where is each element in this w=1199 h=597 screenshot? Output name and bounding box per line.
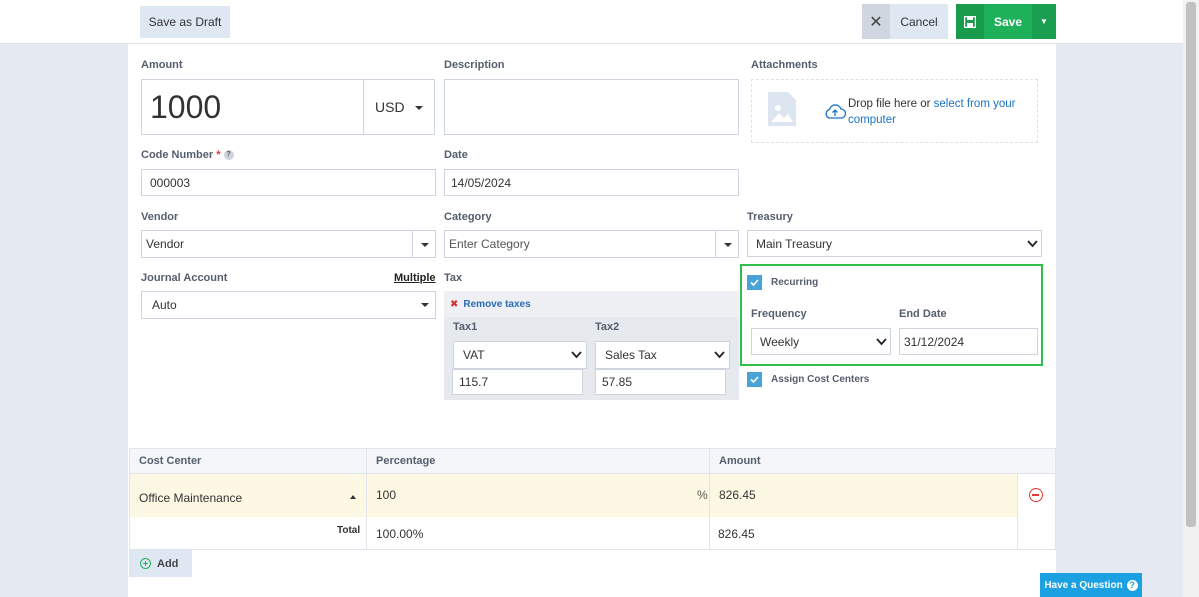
remove-taxes-link[interactable]: ✖ Remove taxes [450,299,531,310]
cost-table-header: Cost Center Percentage Amount [129,448,1055,474]
percent-sign: % [697,488,708,502]
amount-label: Amount [141,59,183,71]
save-icon[interactable] [956,4,984,39]
treasury-value: Main Treasury [756,236,833,251]
currency-select[interactable]: USD [363,79,435,135]
date-label: Date [444,149,468,161]
amount-input[interactable]: 1000 [141,79,364,135]
tax1-label: Tax1 [453,321,478,333]
tax1-select[interactable]: VAT [453,341,587,369]
tax2-label: Tax2 [595,321,620,333]
add-label: Add [157,557,179,570]
header-amount: Amount [719,455,761,467]
caret-down-icon [421,303,429,307]
category-placeholder: Enter Category [449,237,530,251]
add-row-button[interactable]: Add [129,550,192,577]
total-percentage: 100.00% [376,527,424,541]
journal-account-label: Journal Account [141,272,228,284]
save-button[interactable]: Save [984,4,1032,39]
caret-down-icon [415,106,423,110]
treasury-label: Treasury [747,211,793,223]
drop-file-text: Drop file here or [848,98,934,110]
total-label: Total [337,525,361,536]
code-number-label: Code Number * ? [141,149,234,161]
check-icon [750,376,759,383]
select-file-link[interactable]: select from your [934,98,1016,110]
remove-row-icon[interactable] [1029,488,1043,502]
attachment-dropzone[interactable]: Drop file here or select from your comput… [751,79,1038,143]
assign-cost-centers-label: Assign Cost Centers [771,374,870,385]
treasury-select[interactable]: Main Treasury [747,230,1042,257]
header-cost-center: Cost Center [139,455,202,467]
close-icon[interactable]: ✕ [862,4,890,39]
attachments-label: Attachments [751,59,818,71]
remove-taxes-label: Remove taxes [463,299,531,310]
header-percentage: Percentage [376,455,436,467]
question-icon: ? [1126,579,1138,591]
frequency-select[interactable]: Weekly [751,328,891,355]
frequency-value: Weekly [760,334,800,349]
caret-down-icon [421,243,429,247]
category-select[interactable]: Enter Category [444,230,739,258]
check-icon [750,279,759,286]
have-a-question-button[interactable]: Have a Question ? [1040,573,1142,597]
tax-label: Tax [444,272,463,284]
remove-x-icon: ✖ [450,299,459,310]
cloud-upload-icon [825,104,846,119]
tax1-value: VAT [463,348,485,362]
save-as-draft-button[interactable]: Save as Draft [140,6,230,38]
top-toolbar: Save as Draft ✕ Cancel Save ▼ [0,0,1183,44]
chevron-down-icon [714,351,725,359]
tax1-amount-input[interactable]: 115.7 [452,369,583,395]
tax2-value: Sales Tax [605,348,657,362]
chevron-down-icon [876,338,887,346]
total-amount: 826.45 [718,527,755,541]
vendor-label: Vendor [141,211,179,223]
assign-cost-centers-checkbox[interactable] [747,372,762,387]
tax2-amount-input[interactable]: 57.85 [595,369,726,395]
date-input[interactable]: 14/05/2024 [444,169,739,196]
end-date-input[interactable]: 31/12/2024 [899,328,1038,355]
code-number-label-text: Code Number [141,149,214,161]
help-icon[interactable]: ? [223,150,234,161]
multiple-link[interactable]: Multiple [394,272,436,284]
frequency-label: Frequency [751,308,807,320]
description-textarea[interactable] [444,79,739,135]
save-dropdown-button[interactable]: ▼ [1032,4,1056,39]
dropzone-text: Drop file here or select from your comput… [848,96,1028,128]
percentage-input[interactable]: 100 [376,488,396,502]
vendor-value: Vendor [146,237,185,251]
table-total-row: Total 100.00% 826.45 [129,517,1055,550]
recurring-checkbox[interactable] [747,275,762,290]
caret-down-icon [724,243,732,247]
vendor-select[interactable]: Vendor [141,230,436,258]
chevron-down-icon [1027,240,1038,248]
category-label: Category [444,211,492,223]
end-date-label: End Date [899,308,947,320]
description-label: Description [444,59,505,71]
select-file-link-2[interactable]: computer [848,114,896,126]
plus-circle-icon [140,558,151,569]
journal-account-select[interactable]: Auto [141,291,436,319]
amount-input-row[interactable]: 826.45 [719,488,756,502]
chevron-down-icon [571,351,582,359]
tax2-select[interactable]: Sales Tax [595,341,730,369]
cost-center-select[interactable]: Office Maintenance [139,491,242,505]
code-number-input[interactable]: 000003 [141,169,436,196]
required-mark: * [216,149,221,161]
image-file-icon [768,92,796,126]
journal-account-value: Auto [152,298,177,312]
cancel-button[interactable]: Cancel [890,4,948,39]
table-row: Office Maintenance 100 % 826.45 [129,474,1017,517]
scrollbar-thumb[interactable] [1186,2,1196,527]
recurring-label: Recurring [771,277,819,288]
currency-value: USD [375,99,405,115]
help-label: Have a Question [1044,579,1123,591]
caret-up-icon [350,495,356,499]
